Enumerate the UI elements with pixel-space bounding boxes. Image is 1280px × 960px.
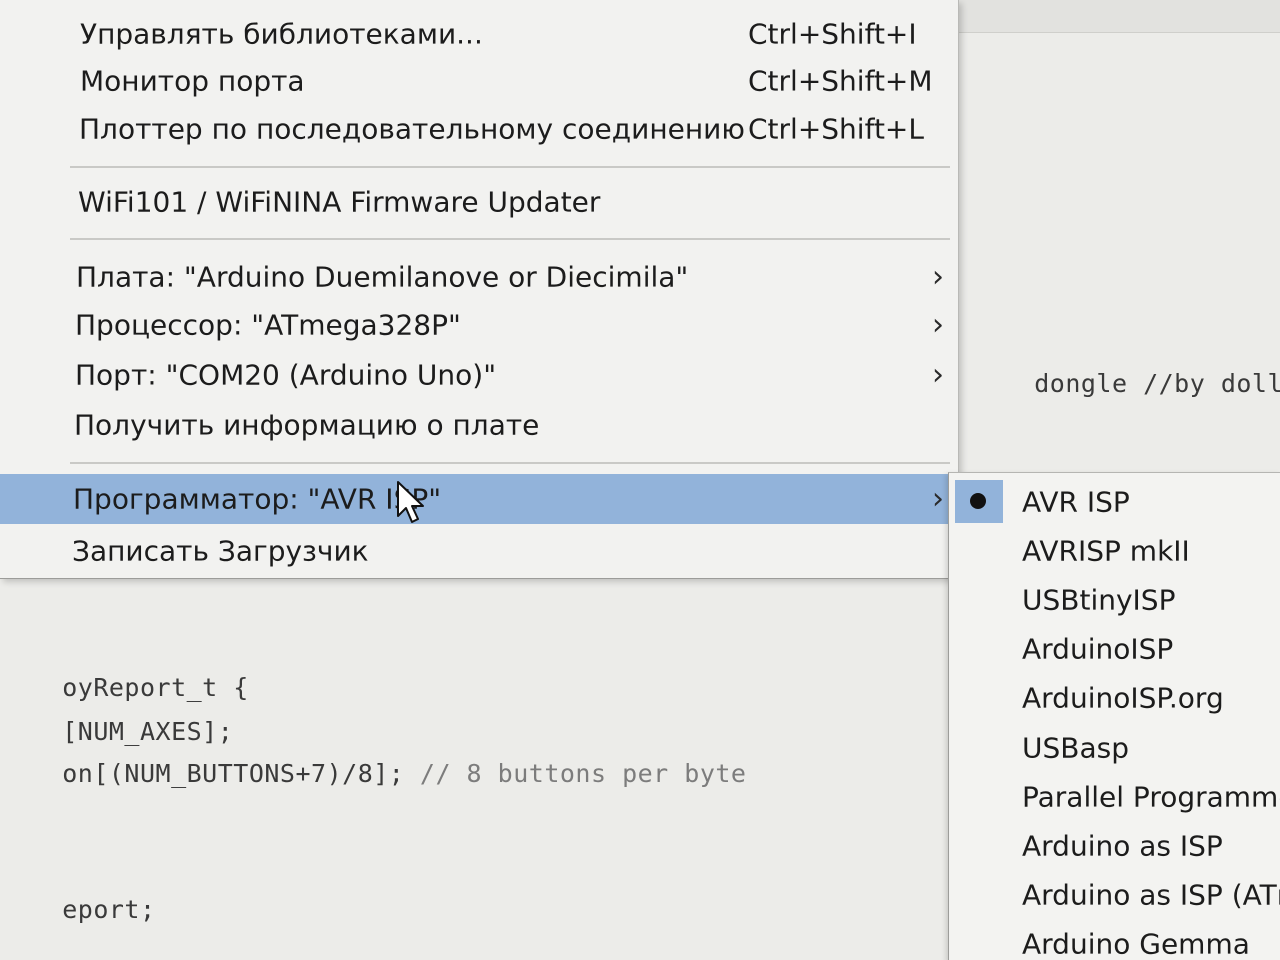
programmer-option-label: Arduino as ISP (ATmega32U4) (1022, 878, 1280, 911)
menu-separator (70, 238, 950, 240)
programmer-option-avrisp-mkii[interactable]: AVRISP mkII (949, 526, 1280, 575)
menu-item-board[interactable]: Плата: "Arduino Duemilanove or Diecimila… (0, 253, 958, 301)
code-line: eport; (0, 866, 156, 953)
menu-separator (70, 166, 950, 168)
menu-item-shortcut: Ctrl+Shift+I (748, 17, 917, 51)
menu-item-serial-plotter[interactable]: Плоттер по последовательному соединению … (0, 105, 958, 153)
programmer-option-label: ArduinoISP (1022, 632, 1174, 665)
programmer-option-label: Arduino as ISP (1022, 829, 1223, 862)
programmer-option-label: AVR ISP (1022, 485, 1130, 518)
menu-item-firmware-updater[interactable]: WiFi101 / WiFiNINA Firmware Updater (0, 178, 958, 226)
menu-item-label: Получить информацию о плате (74, 408, 540, 442)
menu-item-serial-monitor[interactable]: Монитор порта Ctrl+Shift+M (0, 57, 958, 105)
menu-item-label: Порт: "COM20 (Arduino Uno)" (75, 358, 497, 392)
menu-item-processor[interactable]: Процессор: "ATmega328P" › (0, 301, 958, 349)
programmer-option-arduino-gemma[interactable]: Arduino Gemma (949, 919, 1280, 960)
menu-item-label: Процессор: "ATmega328P" (75, 308, 461, 342)
menu-item-label: Монитор порта (80, 64, 305, 98)
chevron-right-icon: › (932, 481, 944, 517)
chevron-right-icon: › (932, 357, 944, 393)
programmer-option-usbtinyisp[interactable]: USBtinyISP (949, 575, 1280, 624)
menu-item-shortcut: Ctrl+Shift+L (748, 112, 924, 146)
menu-item-label: Плата: "Arduino Duemilanove or Diecimila… (76, 260, 689, 294)
chevron-right-icon: › (932, 259, 944, 295)
selection-cell (955, 480, 1003, 523)
programmer-option-arduinoisp[interactable]: ArduinoISP (949, 624, 1280, 673)
mouse-pointer-icon (397, 481, 424, 523)
radio-bullet-icon (970, 493, 986, 509)
code-text: eport; (62, 895, 156, 924)
code-comment: // 8 buttons per byte (419, 759, 747, 788)
menu-item-manage-libraries[interactable]: Управлять библиотеками... Ctrl+Shift+I (0, 10, 958, 58)
programmer-option-label: AVRISP mkII (1022, 534, 1190, 567)
menu-item-label: Программатор: "AVR ISP" (73, 482, 442, 516)
menu-item-label: Записать Загрузчик (72, 534, 369, 568)
menu-item-board-info[interactable]: Получить информацию о плате (0, 401, 958, 449)
menu-item-label: Управлять библиотеками... (80, 17, 483, 51)
programmer-option-arduino-as-isp-atmega32u4[interactable]: Arduino as ISP (ATmega32U4) (949, 870, 1280, 919)
menu-item-shortcut: Ctrl+Shift+M (748, 64, 933, 98)
menu-item-port[interactable]: Порт: "COM20 (Arduino Uno)" › (0, 351, 958, 399)
menu-item-programmer[interactable]: Программатор: "AVR ISP" › (0, 474, 958, 524)
programmer-option-avr-isp[interactable]: AVR ISP (949, 477, 1280, 526)
menu-item-label: WiFi101 / WiFiNINA Firmware Updater (78, 185, 601, 219)
menu-item-label: Плоттер по последовательному соединению (79, 112, 745, 146)
programmer-option-label: USBtinyISP (1022, 583, 1176, 616)
code-text: on[(NUM_BUTTONS+7)/8]; (62, 759, 420, 788)
editor-toolbar-strip (950, 0, 1280, 33)
programmer-option-label: Arduino Gemma (1022, 927, 1250, 960)
programmer-option-label: ArduinoISP.org (1022, 681, 1224, 714)
menu-item-burn-bootloader[interactable]: Записать Загрузчик (0, 527, 958, 575)
programmer-option-label: Parallel Programmer (1022, 780, 1280, 813)
programmer-option-label: USBasp (1022, 731, 1129, 764)
programmer-option-parallel[interactable]: Parallel Programmer (949, 772, 1280, 821)
programmer-submenu: AVR ISP AVRISP mkII USBtinyISP ArduinoIS… (948, 472, 1280, 960)
tools-menu: Управлять библиотеками... Ctrl+Shift+I М… (0, 0, 959, 579)
code-line: dongle //by dollop (972, 340, 1280, 427)
programmer-option-usbasp[interactable]: USBasp (949, 723, 1280, 772)
programmer-option-arduinoisp-org[interactable]: ArduinoISP.org (949, 673, 1280, 722)
menu-separator (70, 462, 950, 464)
code-line: on[(NUM_BUTTONS+7)/8]; // 8 buttons per … (0, 730, 746, 817)
programmer-option-arduino-as-isp[interactable]: Arduino as ISP (949, 821, 1280, 870)
code-text: dongle //by dollop (1034, 369, 1280, 398)
chevron-right-icon: › (932, 307, 944, 343)
